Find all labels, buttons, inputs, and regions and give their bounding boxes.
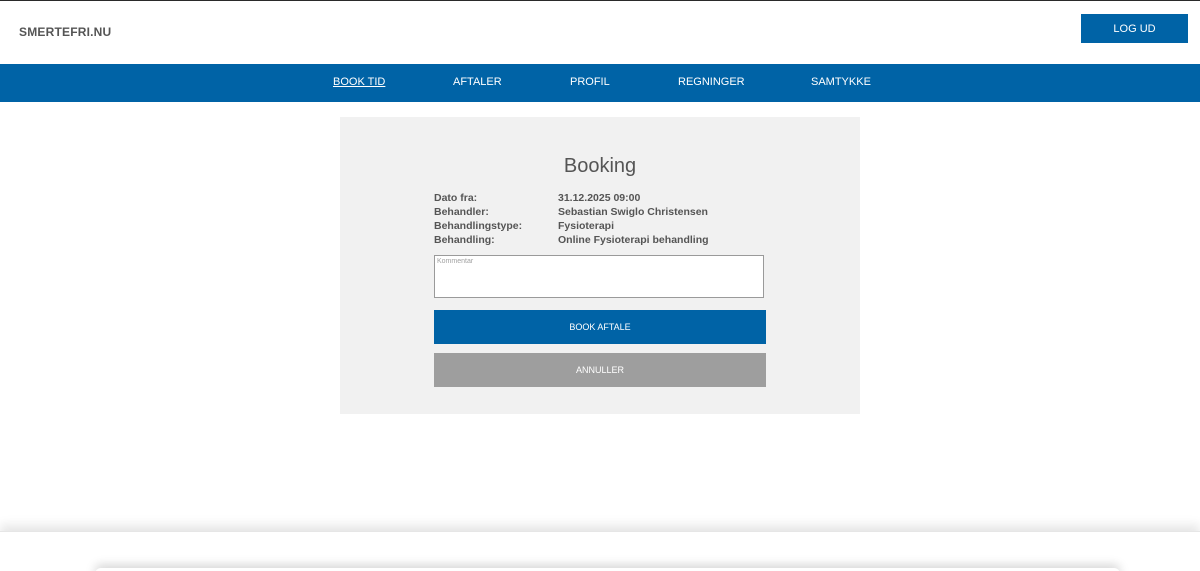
nav-item-regninger[interactable]: REGNINGER: [678, 76, 745, 88]
nav-item-samtykke[interactable]: SAMTYKKE: [811, 76, 871, 88]
detail-row-behandlingstype: Behandlingstype: Fysioterapi: [434, 220, 834, 234]
detail-row-behandling: Behandling: Online Fysioterapi behandlin…: [434, 234, 834, 248]
detail-value: 31.12.2025 09:00: [558, 192, 641, 204]
comment-field-wrapper: [434, 255, 764, 298]
booking-card: Booking Dato fra: 31.12.2025 09:00 Behan…: [340, 117, 860, 414]
detail-value: Sebastian Swiglo Christensen: [558, 206, 708, 218]
site-logo[interactable]: SMERTEFRI.NU: [19, 25, 111, 39]
page: SMERTEFRI.NU LOG UD BOOK TID AFTALER PRO…: [0, 0, 1200, 571]
book-appointment-button[interactable]: BOOK AFTALE: [434, 310, 766, 344]
nav-item-profil[interactable]: PROFIL: [570, 76, 610, 88]
detail-label: Behandlingstype:: [434, 220, 523, 232]
detail-label: Behandler:: [434, 206, 489, 218]
detail-row-behandler: Behandler: Sebastian Swiglo Christensen: [434, 206, 834, 220]
detail-label: Dato fra:: [434, 192, 478, 204]
logout-button[interactable]: LOG UD: [1081, 14, 1188, 43]
nav-item-aftaler[interactable]: AFTALER: [453, 76, 502, 88]
bottom-panel: [0, 531, 1200, 571]
main-navigation: BOOK TID AFTALER PROFIL REGNINGER SAMTYK…: [0, 64, 1200, 102]
detail-label: Behandling:: [434, 234, 495, 246]
nav-item-book-tid[interactable]: BOOK TID: [333, 76, 385, 88]
detail-row-dato: Dato fra: 31.12.2025 09:00: [434, 192, 834, 206]
booking-title: Booking: [563, 155, 637, 177]
detail-value: Fysioterapi: [558, 220, 615, 232]
detail-value: Online Fysioterapi behandling: [558, 234, 709, 246]
comment-textarea[interactable]: [435, 256, 763, 297]
header: SMERTEFRI.NU LOG UD: [0, 1, 1200, 64]
cancel-button[interactable]: ANNULLER: [434, 353, 766, 387]
